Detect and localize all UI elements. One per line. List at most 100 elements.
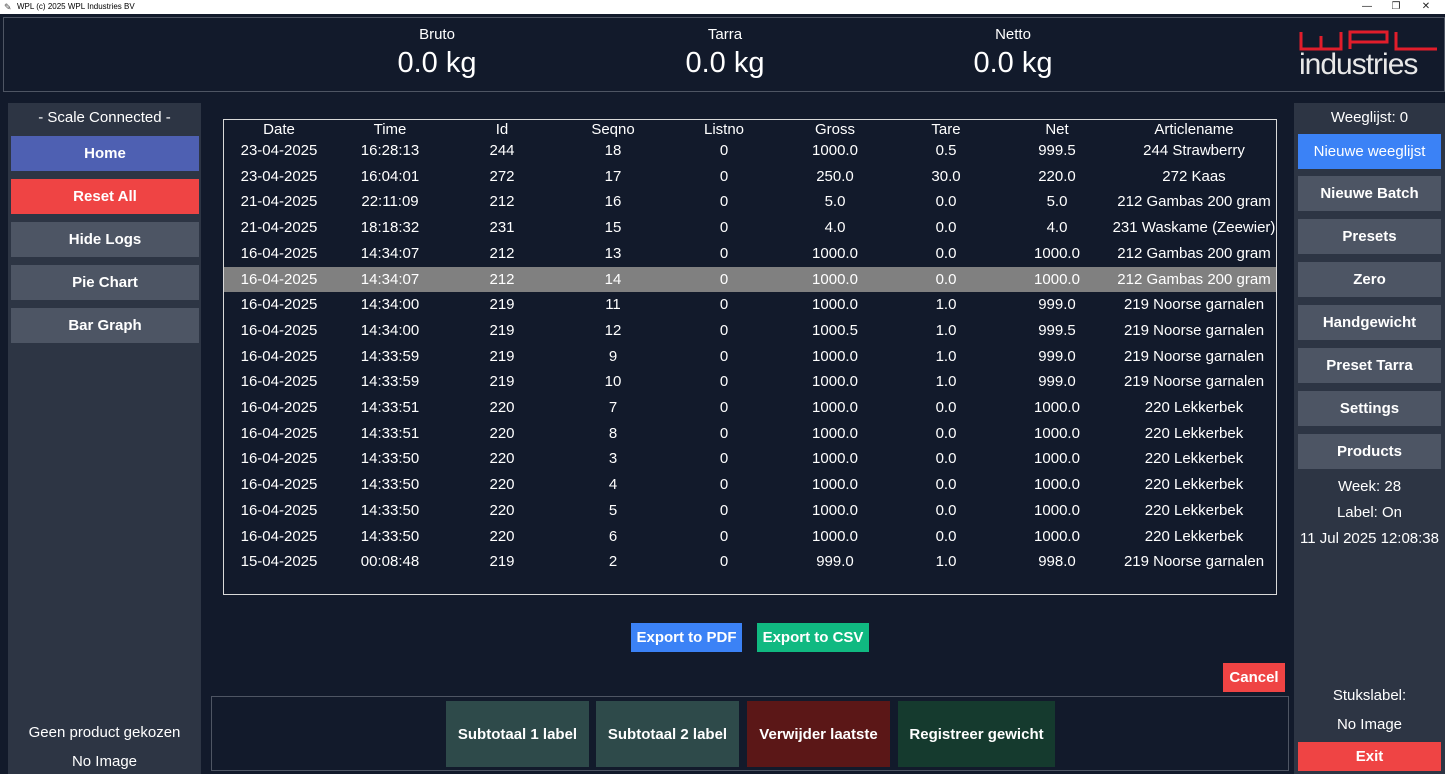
table-row[interactable]: 21-04-2025 22:11:09 212 16 0 5.0 0.0 5.0 212 Gam… (224, 189, 1276, 214)
cell-gross: 1000.0 (812, 373, 858, 391)
table-row[interactable]: 16-04-2025 14:33:59 219 10 0 1000.0 1.0 999.0 21… (224, 369, 1276, 394)
table-row[interactable]: 23-04-2025 16:28:13 244 18 0 1000.0 0.5 999.5 24… (224, 138, 1276, 163)
table-row[interactable]: 16-04-2025 14:33:59 219 9 0 1000.0 1.0 999.0 219… (224, 344, 1276, 369)
cell-net: 1000.0 (1034, 424, 1080, 442)
cell-date: 15-04-2025 (240, 553, 318, 571)
cell-tare: 0.0 (935, 399, 957, 416)
cell-tare: 0.0 (935, 270, 957, 288)
cell-articlename: 212 Gambas 200 gram (1117, 193, 1271, 211)
presets-button[interactable]: Presets (1298, 219, 1441, 254)
cell-gross: 1000.0 (812, 450, 858, 468)
cell-articlename: 244 Strawberry (1143, 142, 1245, 159)
home-button[interactable]: Home (11, 136, 199, 171)
cell-listno: 0 (719, 373, 729, 391)
cancel-button[interactable]: Cancel (1223, 663, 1285, 692)
current-datetime: 11 Jul 2025 12:08:38 (1299, 530, 1439, 547)
exit-button[interactable]: Exit (1298, 742, 1441, 771)
wpl-industries-logo: industries (1297, 30, 1442, 81)
register-weight-button[interactable]: Registreer gewicht (898, 701, 1055, 767)
bruto-label: Bruto (419, 26, 455, 43)
cell-date: 23-04-2025 (240, 142, 318, 159)
label-status: Label: On (1336, 504, 1403, 521)
cell-tare: 30.0 (931, 167, 961, 185)
table-row[interactable]: 16-04-2025 14:33:50 220 5 0 1000.0 0.0 1000.0 22… (224, 498, 1276, 523)
right-sidebar: Weeglijst: 0 Nieuwe weeglijst Nieuwe Bat… (1294, 103, 1445, 774)
cell-id: 219 (489, 347, 515, 365)
cell-articlename: 219 Noorse garnalen (1123, 347, 1265, 365)
table-row[interactable]: 16-04-2025 14:33:51 220 7 0 1000.0 0.0 1000.0 22… (224, 395, 1276, 420)
cell-gross: 1000.0 (812, 476, 858, 494)
cell-tare: 0.0 (935, 450, 957, 468)
column-header-net: Net (1045, 121, 1069, 138)
table-row[interactable]: 21-04-2025 18:18:32 231 15 0 4.0 0.0 4.0 231 Was… (224, 215, 1276, 240)
cell-net: 1000.0 (1034, 399, 1080, 416)
cell-time: 14:33:50 (360, 527, 420, 545)
cell-tare: 1.0 (935, 296, 957, 314)
hide-logs-button[interactable]: Hide Logs (11, 222, 199, 257)
cell-listno: 0 (719, 399, 729, 416)
zero-button[interactable]: Zero (1298, 262, 1441, 297)
tarra-label: Tarra (707, 26, 743, 43)
cell-listno: 0 (719, 347, 729, 365)
products-button[interactable]: Products (1298, 434, 1441, 469)
cell-seqno: 10 (604, 373, 622, 391)
cell-seqno: 8 (608, 424, 618, 442)
subtotal-2-label-button[interactable]: Subtotaal 2 label (596, 701, 739, 767)
cell-date: 16-04-2025 (240, 450, 318, 468)
table-row[interactable]: 16-04-2025 14:34:00 219 12 0 1000.5 1.0 999.5 21… (224, 318, 1276, 343)
cell-id: 219 (489, 553, 515, 571)
window-title-bar: ✎ WPL (c) 2025 WPL Industries BV — ❐ ✕ (0, 0, 1445, 14)
cell-seqno: 7 (608, 399, 618, 416)
cell-listno: 0 (719, 424, 729, 442)
cell-net: 1000.0 (1034, 450, 1080, 468)
maximize-icon[interactable]: ❐ (1381, 0, 1411, 14)
cell-date: 16-04-2025 (240, 296, 318, 314)
new-batch-button[interactable]: Nieuwe Batch (1298, 176, 1441, 211)
cell-gross: 1000.0 (812, 142, 858, 159)
settings-button[interactable]: Settings (1298, 391, 1441, 426)
cell-gross: 999.0 (816, 553, 854, 571)
cell-net: 999.0 (1038, 347, 1076, 365)
cell-articlename: 220 Lekkerbek (1144, 476, 1244, 494)
netto-label: Netto (995, 26, 1031, 43)
remove-last-button[interactable]: Verwijder laatste (747, 701, 890, 767)
table-row[interactable]: 16-04-2025 14:33:51 220 8 0 1000.0 0.0 1000.0 22… (224, 421, 1276, 446)
column-header-tare: Tare (931, 121, 961, 138)
cell-time: 14:34:07 (360, 244, 420, 262)
bar-graph-button[interactable]: Bar Graph (11, 308, 199, 343)
minimize-icon[interactable]: — (1352, 0, 1382, 14)
preset-tare-button[interactable]: Preset Tarra (1298, 348, 1441, 383)
manual-weight-button[interactable]: Handgewicht (1298, 305, 1441, 340)
cell-net: 220.0 (1038, 167, 1076, 185)
logo-text: industries (1299, 48, 1418, 81)
cell-tare: 0.0 (935, 424, 957, 442)
cell-gross: 1000.0 (812, 244, 858, 262)
table-row[interactable]: 15-04-2025 00:08:48 219 2 0 999.0 1.0 998.0 219 … (224, 549, 1276, 574)
export-csv-button[interactable]: Export to CSV (757, 623, 869, 652)
column-header-time: Time (373, 121, 407, 138)
table-row[interactable]: 16-04-2025 14:34:07 212 13 0 1000.0 0.0 1000.0 2… (224, 241, 1276, 266)
cell-date: 16-04-2025 (240, 399, 318, 416)
pie-chart-button[interactable]: Pie Chart (11, 265, 199, 300)
cell-articlename: 219 Noorse garnalen (1123, 296, 1265, 314)
export-pdf-button[interactable]: Export to PDF (631, 623, 742, 652)
table-row[interactable]: 16-04-2025 14:33:50 220 6 0 1000.0 0.0 1000.0 22… (224, 524, 1276, 549)
left-sidebar: - Scale Connected - Home Reset All Hide … (8, 103, 201, 774)
table-row[interactable]: 16-04-2025 14:34:07 212 14 0 1000.0 0.0 1000.0 2… (224, 266, 1276, 292)
cell-time: 14:34:00 (360, 321, 420, 339)
new-weeglijst-button[interactable]: Nieuwe weeglijst (1298, 134, 1441, 169)
cell-articlename: 219 Noorse garnalen (1123, 373, 1265, 391)
reset-all-button[interactable]: Reset All (11, 179, 199, 214)
table-row[interactable]: 16-04-2025 14:34:00 219 11 0 1000.0 1.0 999.0 21… (224, 292, 1276, 317)
table-row[interactable]: 23-04-2025 16:04:01 272 17 0 250.0 30.0 220.0 27… (224, 164, 1276, 189)
cell-id: 220 (489, 476, 515, 494)
cell-time: 18:18:32 (360, 219, 420, 237)
cell-seqno: 11 (605, 296, 621, 314)
subtotal-1-label-button[interactable]: Subtotaal 1 label (446, 701, 589, 767)
cell-date: 16-04-2025 (240, 476, 318, 494)
close-icon[interactable]: ✕ (1411, 0, 1441, 14)
table-row[interactable]: 16-04-2025 14:33:50 220 3 0 1000.0 0.0 1000.0 22… (224, 446, 1276, 471)
cell-articlename: 220 Lekkerbek (1144, 450, 1244, 468)
table-row[interactable]: 16-04-2025 14:33:50 220 4 0 1000.0 0.0 1000.0 22… (224, 472, 1276, 497)
cell-gross: 250.0 (816, 167, 854, 185)
